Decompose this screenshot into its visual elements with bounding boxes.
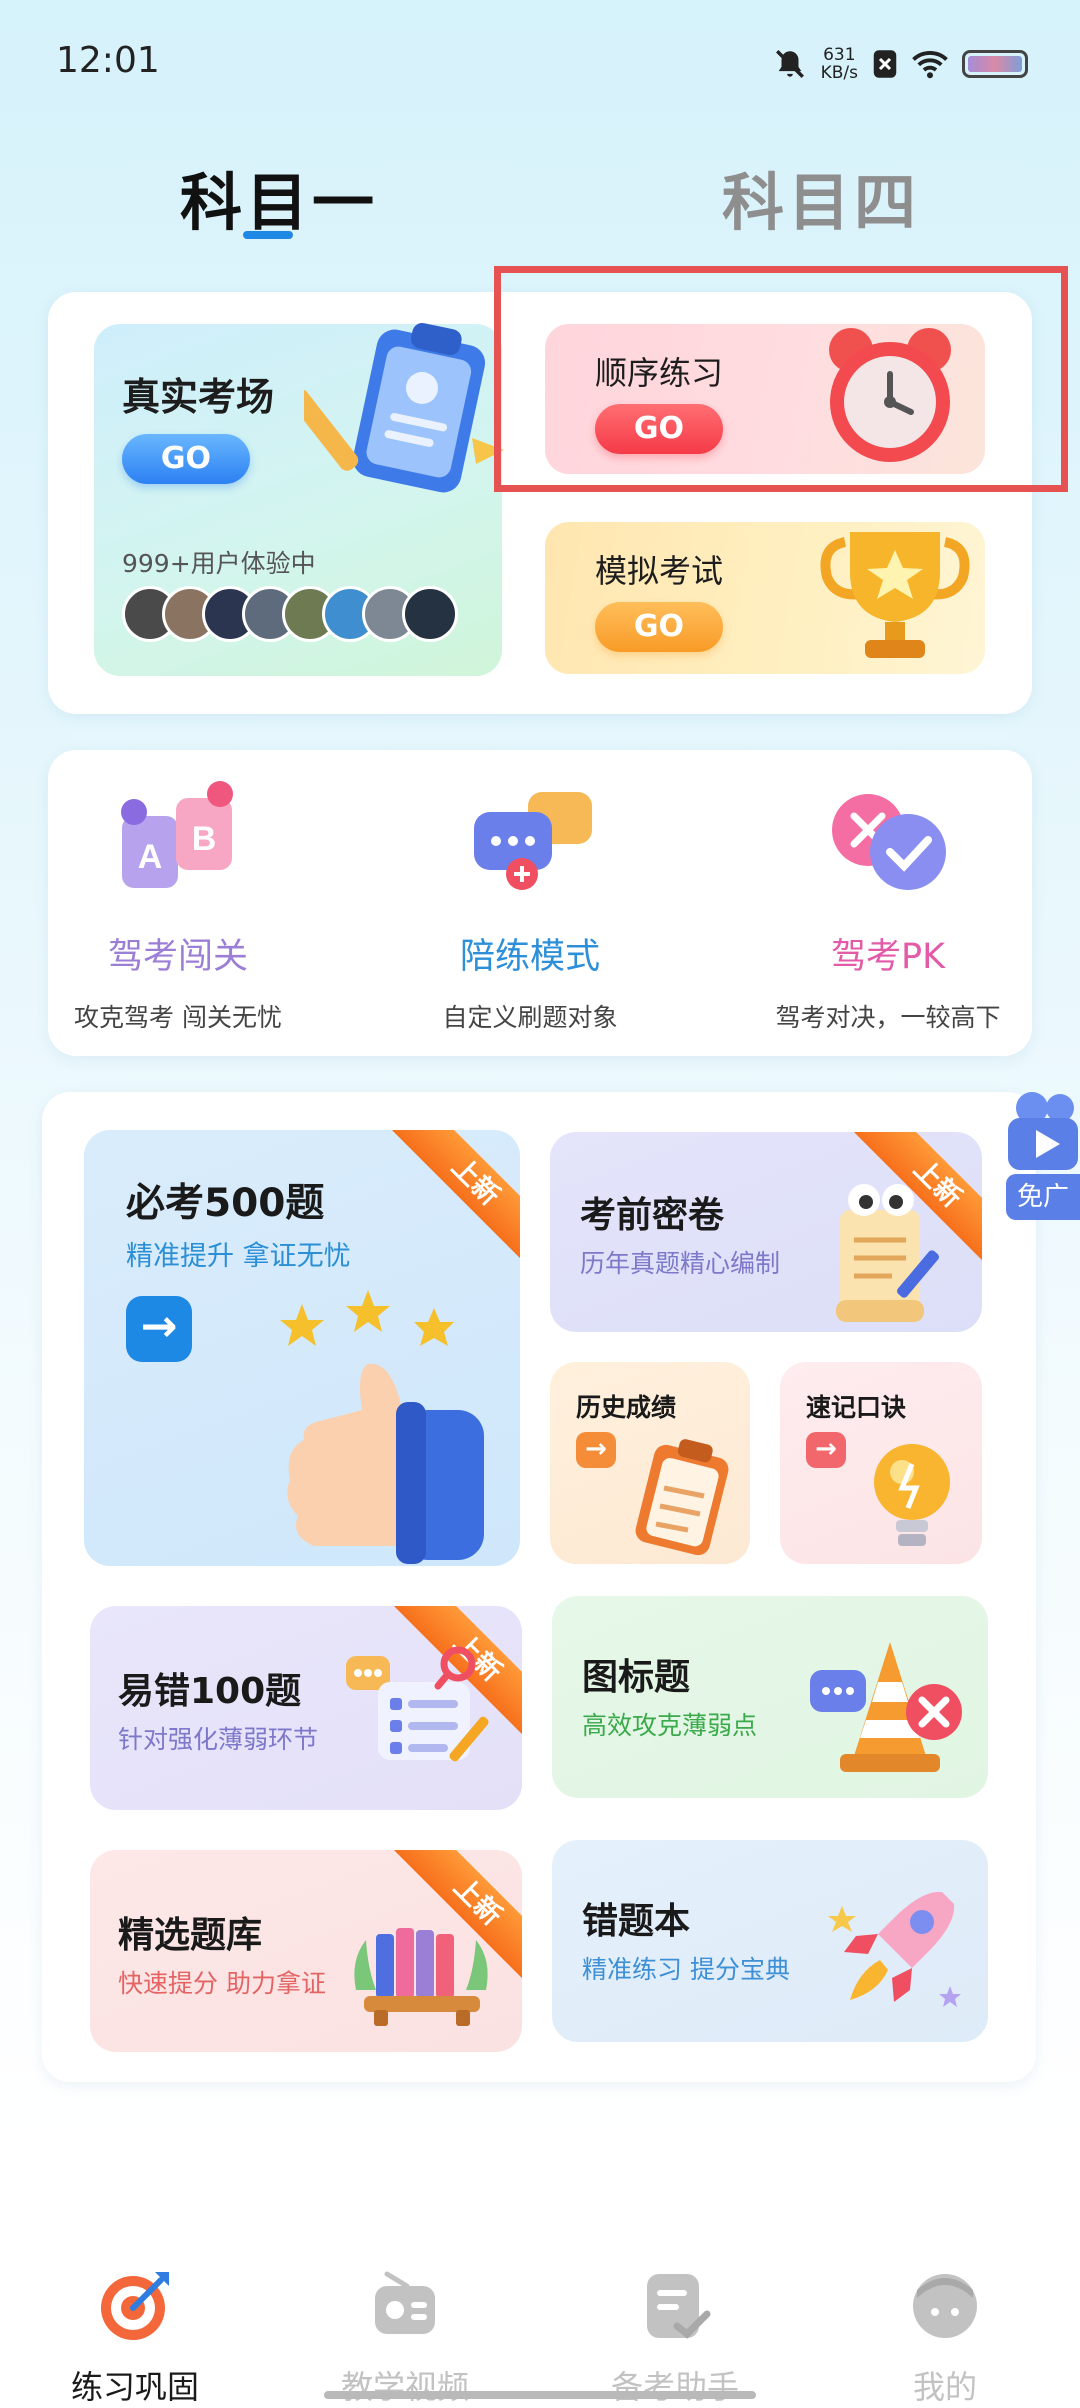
mock-exam-tile[interactable]: 模拟考试 GO xyxy=(545,522,985,674)
nav-profile[interactable]: 我的 xyxy=(810,2268,1080,2408)
pk-versus-icon xyxy=(832,794,946,890)
error-prone-100-tile[interactable]: 上新 易错100题 针对强化薄弱环节 xyxy=(90,1606,522,1810)
selected-question-bank-sub: 快速提分 助力拿证 xyxy=(118,1969,326,1998)
must-500-sub: 精准提升 拿证无忧 xyxy=(126,1241,351,1272)
network-speed-value: 631 xyxy=(823,45,856,65)
mute-bell-icon xyxy=(775,50,804,78)
users-experiencing-text: 999+用户体验中 xyxy=(122,549,316,578)
wrong-answers-book-tile[interactable]: 错题本 精准练习 提分宝典 xyxy=(552,1840,988,2042)
rocket-icon xyxy=(828,1891,961,2007)
trophy-icon xyxy=(820,532,970,658)
secret-papers-tile[interactable]: 上新 考前密卷 历年真题精心编制 xyxy=(550,1132,982,1332)
radio-icon xyxy=(375,2271,435,2334)
avatar xyxy=(402,586,458,642)
nav-profile-label: 我的 xyxy=(912,2368,977,2406)
mock-exam-go-button[interactable]: GO xyxy=(595,602,723,652)
tab-subject-four[interactable]: 科目四 xyxy=(722,152,920,242)
mode-sparring-sub: 自定义刷题对象 xyxy=(442,1003,618,1032)
mode-driving-levels-label: 驾考闯关 xyxy=(107,937,248,977)
user-avatars xyxy=(122,586,458,642)
network-speed-unit: KB/s xyxy=(820,63,858,83)
nav-videos[interactable]: 教学视频 xyxy=(270,2268,540,2408)
network-speed: 631 KB/s xyxy=(821,46,858,82)
nav-assistant-label: 备考助手 xyxy=(610,2368,739,2406)
wifi-icon xyxy=(912,51,948,79)
svg-text:B: B xyxy=(192,820,217,858)
video-camera-icon xyxy=(1008,1092,1078,1170)
home-indicator[interactable] xyxy=(324,2391,756,2399)
must-500-title: 必考500题 xyxy=(126,1181,325,1226)
thumbs-up-icon xyxy=(280,1290,484,1564)
new-ribbon: 上新 xyxy=(392,1130,520,1265)
status-icons: 631 KB/s xyxy=(773,38,1028,90)
wrong-answers-book-title: 错题本 xyxy=(582,1901,691,1942)
sim-off-icon xyxy=(873,50,897,78)
active-tab-indicator xyxy=(243,231,293,239)
selected-question-bank-title: 精选题库 xyxy=(118,1915,263,1956)
history-scores-title: 历史成绩 xyxy=(576,1393,677,1422)
mode-pk-sub: 驾考对决，一较高下 xyxy=(775,1003,1001,1032)
remove-ads-label: 免广 xyxy=(1006,1174,1080,1220)
mnemonic-tile[interactable]: 速记口诀 → xyxy=(780,1362,982,1564)
error-prone-100-sub: 针对强化薄弱环节 xyxy=(118,1725,319,1754)
traffic-signs-tile[interactable]: 图标题 高效攻克薄弱点 xyxy=(552,1596,988,1798)
nav-practice-label: 练习巩固 xyxy=(70,2368,199,2406)
traffic-signs-sub: 高效攻克薄弱点 xyxy=(582,1711,758,1740)
secret-papers-sub: 历年真题精心编制 xyxy=(580,1249,781,1278)
traffic-cone-icon xyxy=(810,1642,962,1772)
arrow-right-icon[interactable]: → xyxy=(576,1432,616,1468)
mode-driving-levels-sub: 攻克驾考 闯关无忧 xyxy=(74,1003,282,1032)
tab-subject-one[interactable]: 科目一 xyxy=(180,152,378,242)
real-exam-title: 真实考场 xyxy=(122,375,275,419)
user-face-icon xyxy=(913,2274,977,2338)
ab-blocks-icon: A B xyxy=(121,781,233,888)
checklist-magnifier-icon xyxy=(346,1646,489,1762)
mode-pk-label: 驾考PK xyxy=(830,937,946,977)
secret-papers-title: 考前密卷 xyxy=(580,1195,725,1236)
svg-text:A: A xyxy=(138,838,163,876)
arrow-right-icon[interactable]: → xyxy=(806,1432,846,1468)
mode-sparring[interactable]: 陪练模式 自定义刷题对象 xyxy=(370,780,690,1040)
highlight-box xyxy=(494,266,1068,492)
light-bulb-icon xyxy=(874,1444,950,1546)
nav-videos-label: 教学视频 xyxy=(340,2368,469,2406)
document-check-icon xyxy=(647,2274,711,2339)
mode-driving-levels[interactable]: A B 驾考闯关 攻克驾考 闯关无忧 xyxy=(18,780,338,1040)
real-exam-go-button[interactable]: GO xyxy=(122,434,250,484)
must-500-tile[interactable]: 上新 必考500题 精准提升 拿证无忧 → xyxy=(84,1130,520,1566)
mock-exam-title: 模拟考试 xyxy=(595,552,724,590)
selected-question-bank-tile[interactable]: 上新 精选题库 快速提分 助力拿证 xyxy=(90,1850,522,2052)
target-icon xyxy=(101,2272,169,2340)
clipboard-icon xyxy=(304,322,504,493)
bookshelf-icon xyxy=(354,1928,488,2026)
wrong-answers-book-sub: 精准练习 提分宝典 xyxy=(582,1955,790,1984)
scroll-icon xyxy=(836,1184,939,1322)
remove-ads-float[interactable]: 免广 xyxy=(998,1088,1080,1228)
arrow-right-icon[interactable]: → xyxy=(126,1296,192,1362)
battery-icon xyxy=(962,50,1028,78)
mode-sparring-label: 陪练模式 xyxy=(459,937,600,977)
clipboard-report-icon xyxy=(635,1439,729,1556)
mode-pk[interactable]: 驾考PK 驾考对决，一较高下 xyxy=(728,780,1048,1040)
nav-assistant[interactable]: 备考助手 xyxy=(540,2268,810,2408)
chat-bubbles-icon xyxy=(474,792,592,890)
mnemonic-title: 速记口诀 xyxy=(806,1393,907,1422)
traffic-signs-title: 图标题 xyxy=(582,1657,691,1698)
nav-practice[interactable]: 练习巩固 xyxy=(0,2268,270,2408)
history-scores-tile[interactable]: 历史成绩 → xyxy=(550,1362,750,1564)
error-prone-100-title: 易错100题 xyxy=(118,1671,302,1712)
status-time: 12:01 xyxy=(56,40,160,81)
